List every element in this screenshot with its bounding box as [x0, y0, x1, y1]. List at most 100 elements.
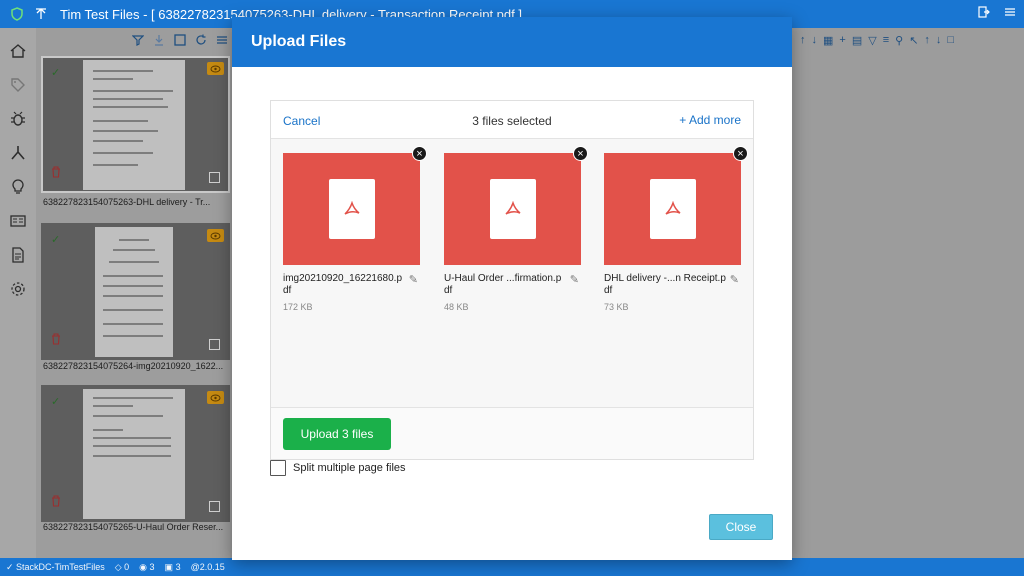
watcher-count: ◉ 3	[139, 561, 155, 572]
remove-file-button[interactable]: ×	[733, 146, 748, 161]
tag-icon[interactable]	[0, 68, 36, 102]
upload-top-icon[interactable]: ↑	[800, 34, 806, 47]
gallery-item-label: 638227823154075263-DHL delivery - Tr...	[43, 197, 211, 207]
home-icon[interactable]	[0, 34, 36, 68]
file-item: × img20210920_16221680.pdf ✎ 172 KB	[283, 146, 427, 312]
cancel-button[interactable]: Cancel	[283, 114, 320, 128]
split-pages-option: Split multiple page files	[270, 460, 406, 476]
upload-files-button[interactable]: Upload 3 files	[283, 418, 391, 450]
gallery-item[interactable]: ✓	[41, 223, 230, 360]
table-icon[interactable]: ▤	[852, 34, 862, 47]
select-checkbox[interactable]	[209, 339, 220, 350]
remove-file-button[interactable]: ×	[412, 146, 427, 161]
watcher-count-value: 3	[149, 561, 155, 572]
document-icon[interactable]	[0, 238, 36, 272]
lightbulb-icon[interactable]	[0, 170, 36, 204]
workspace-name: StackDC-TimTestFiles	[16, 561, 105, 572]
merge-icon[interactable]	[0, 136, 36, 170]
remove-file-button[interactable]: ×	[573, 146, 588, 161]
close-button[interactable]: Close	[709, 514, 773, 540]
trash-icon[interactable]	[51, 495, 61, 510]
trash-icon[interactable]	[51, 333, 61, 348]
gallery-toolbar	[36, 28, 234, 54]
refresh-icon[interactable]	[195, 34, 207, 49]
download-icon[interactable]: ↓	[812, 34, 818, 47]
split-pages-checkbox[interactable]	[270, 460, 286, 476]
select-checkbox[interactable]	[209, 172, 220, 183]
file-item: × U-Haul Order ...firmation.pdf ✎ 48 KB	[444, 146, 588, 312]
gallery-item[interactable]: ✓	[41, 385, 230, 522]
edit-icon[interactable]: ✎	[570, 273, 579, 286]
file-count-value: 3	[175, 561, 181, 572]
pdf-icon	[328, 179, 375, 239]
pdf-icon	[649, 179, 696, 239]
bug-icon[interactable]	[0, 102, 36, 136]
add-icon[interactable]: +	[839, 34, 845, 47]
logout-icon[interactable]	[978, 6, 990, 21]
arrow-down-icon[interactable]: ↓	[936, 34, 942, 47]
file-name: U-Haul Order ...firmation.pdf	[444, 273, 562, 296]
check-icon: ✓	[51, 396, 61, 408]
edit-icon[interactable]: ✎	[730, 273, 739, 286]
check-icon: ✓	[51, 234, 61, 246]
add-more-button[interactable]: + Add more	[679, 113, 741, 127]
grid-icon[interactable]: ▦	[823, 34, 833, 47]
filter-icon[interactable]: ▽	[868, 34, 876, 47]
file-name: img20210920_16221680.pdf	[283, 273, 402, 296]
dialog-title: Upload Files	[251, 33, 347, 50]
menu-icon[interactable]	[1004, 6, 1016, 21]
document-thumbnail	[95, 227, 173, 357]
arrow-up-left-icon[interactable]: ↖	[909, 34, 918, 47]
file-list: × img20210920_16221680.pdf ✎ 172 KB × U-…	[271, 139, 753, 407]
id-card-icon[interactable]	[0, 204, 36, 238]
file-preview: ×	[283, 146, 427, 265]
file-size: 73 KB	[604, 302, 629, 312]
download-icon[interactable]	[153, 34, 165, 49]
watch-icon[interactable]	[207, 62, 224, 75]
version-label: @2.0.15	[190, 562, 225, 572]
tag-count: ◇ 0	[114, 561, 130, 572]
file-preview: ×	[604, 146, 748, 265]
file-size: 48 KB	[444, 302, 469, 312]
pdf-icon	[489, 179, 536, 239]
gear-icon[interactable]	[0, 272, 36, 306]
shield-check-icon	[10, 7, 24, 21]
dialog-header: Upload Files	[232, 17, 792, 67]
filter-icon[interactable]	[131, 34, 145, 49]
arrow-up-icon[interactable]	[34, 7, 48, 21]
gallery-item[interactable]: ✓	[41, 56, 230, 193]
workspace-status[interactable]: ✓ StackDC-TimTestFiles	[6, 562, 105, 573]
arrow-up-icon[interactable]: ↑	[924, 34, 930, 47]
status-bar: ✓ StackDC-TimTestFiles ◇ 0 ◉ 3 ▣ 3 @2.0.…	[0, 558, 1024, 576]
trash-icon[interactable]	[51, 166, 61, 181]
gallery-item-label: 638227823154075265-U-Haul Order Reser...	[43, 522, 224, 532]
sidebar	[0, 28, 36, 558]
list-view-icon[interactable]	[216, 34, 228, 49]
select-all-icon[interactable]	[174, 33, 186, 49]
sort-icon[interactable]: ≡	[883, 34, 889, 47]
gallery-item-label: 638227823154075264-img20210920_1622...	[43, 361, 224, 371]
delete-icon[interactable]: □	[947, 34, 954, 47]
viewer-toolbar: ↑ ↓ ▦ + ▤ ▽ ≡ ⚲ ↖ ↑ ↓ □	[800, 34, 954, 47]
search-icon[interactable]: ⚲	[895, 34, 903, 47]
edit-icon[interactable]: ✎	[409, 273, 418, 286]
upload-files-dialog: Upload Files 3 files selected Cancel + A…	[232, 17, 792, 560]
select-checkbox[interactable]	[209, 501, 220, 512]
upload-dashboard: 3 files selected Cancel + Add more × img…	[270, 100, 754, 460]
check-icon: ✓	[51, 67, 61, 79]
split-pages-label[interactable]: Split multiple page files	[293, 462, 406, 474]
file-preview: ×	[444, 146, 588, 265]
document-thumbnail	[83, 60, 185, 190]
document-thumbnail	[83, 389, 185, 519]
tag-count-value: 0	[124, 561, 130, 572]
watch-icon[interactable]	[207, 391, 224, 404]
watch-icon[interactable]	[207, 229, 224, 242]
viewer-pane: ↑ ↓ ▦ + ▤ ▽ ≡ ⚲ ↖ ↑ ↓ □	[792, 28, 1024, 558]
file-gallery: ✓ 638227823154075263-DHL delivery - Tr..…	[36, 28, 234, 558]
upload-top-bar: 3 files selected Cancel + Add more	[271, 101, 753, 139]
file-item: × DHL delivery -...n Receipt.pdf ✎ 73 KB	[604, 146, 748, 312]
file-size: 172 KB	[283, 302, 313, 312]
file-name: DHL delivery -...n Receipt.pdf	[604, 273, 726, 296]
upload-footer: Upload 3 files	[271, 407, 753, 459]
file-count: ▣ 3	[164, 561, 181, 572]
